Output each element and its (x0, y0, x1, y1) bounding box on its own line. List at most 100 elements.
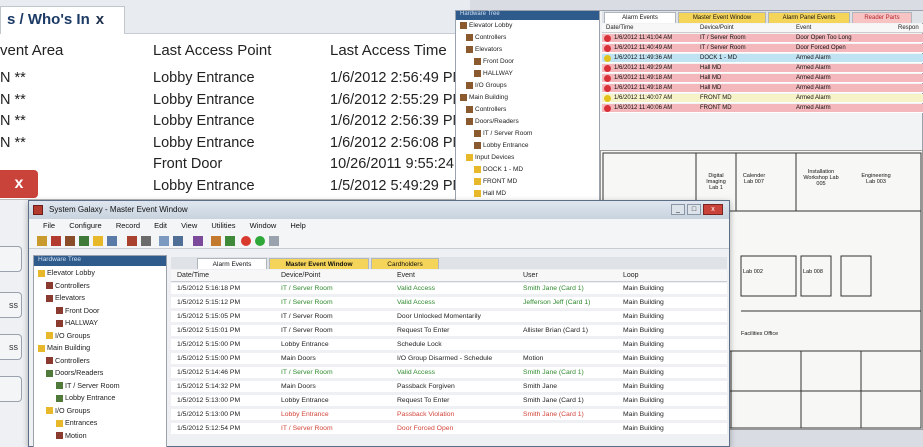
event-row[interactable]: 1/5/2012 5:14:32 PM Main Doors Passback Fo… (171, 381, 727, 392)
event-row[interactable]: 1/5/2012 5:15:12 PM IT / Server Room Valid… (171, 297, 727, 308)
alarm-row[interactable]: 1/6/2012 11:49:36 AM DOCK 1 - MD Armed Ala… (602, 54, 923, 63)
alarm-row[interactable]: 1/6/2012 11:49:18 AM Hall MD Armed Alarm (602, 84, 923, 93)
tree-node[interactable]: Hall MD (474, 190, 506, 197)
toolbar-icon[interactable] (193, 236, 203, 246)
tree-node[interactable]: I/O Groups (46, 331, 90, 340)
col-event[interactable]: Event (397, 270, 415, 281)
tree-node[interactable]: Front Door (56, 306, 99, 315)
tree-node[interactable]: Motion (56, 431, 87, 440)
col-datetime[interactable]: Date/Time (177, 270, 209, 281)
tree-node[interactable]: DOCK 1 - MD (474, 166, 523, 173)
tree-node[interactable]: Lobby Entrance (474, 142, 529, 149)
tree-node[interactable]: Front Door (474, 58, 514, 65)
tab-alarm-events[interactable]: Alarm Events (604, 12, 676, 23)
close-button[interactable]: x (703, 204, 723, 215)
side-button[interactable]: ss (0, 334, 22, 360)
menu-record[interactable]: Record (116, 221, 140, 230)
col-response[interactable]: Respon (898, 24, 919, 33)
alarm-row[interactable]: 1/6/2012 11:40:07 AM FRONT MD Armed Alarm (602, 94, 923, 103)
column-header-last-access-time[interactable]: Last Access Time (330, 42, 447, 59)
alarm-row[interactable]: 1/6/2012 11:49:29 AM Hall MD Armed Alarm (602, 64, 923, 73)
toolbar-icon[interactable] (51, 236, 61, 246)
tree-node[interactable]: Elevators (46, 293, 85, 302)
tree-node[interactable]: HALLWAY (474, 70, 513, 77)
tab-whos-in[interactable]: s / Who's In x (0, 6, 125, 34)
toolbar-icon[interactable] (173, 236, 183, 246)
column-header-last-access-point[interactable]: Last Access Point (153, 42, 271, 59)
tree-node[interactable]: Controllers (466, 106, 506, 113)
toolbar-icon[interactable] (269, 236, 279, 246)
warning-icon[interactable] (93, 236, 103, 246)
alarm-row[interactable]: 1/6/2012 11:40:06 AM FRONT MD Armed Alarm (602, 104, 923, 113)
menu-window[interactable]: Window (250, 221, 277, 230)
tree-node[interactable]: Controllers (46, 356, 90, 365)
tree-node[interactable]: IT / Server Room (56, 381, 120, 390)
tab-reader-ports[interactable]: Reader Parts (852, 12, 912, 23)
menu-help[interactable]: Help (290, 221, 305, 230)
tree-node[interactable]: Elevator Lobby (460, 22, 512, 29)
record-icon[interactable] (241, 236, 251, 246)
maximize-button[interactable]: □ (687, 204, 701, 215)
tree-node[interactable]: Controllers (466, 34, 506, 41)
toolbar-icon[interactable] (141, 236, 151, 246)
event-row[interactable]: 1/5/2012 5:15:01 PM IT / Server Room Reque… (171, 325, 727, 336)
menu-file[interactable]: File (43, 221, 55, 230)
event-row[interactable]: 1/5/2012 5:13:00 PM Lobby Entrance Request… (171, 395, 727, 406)
toolbar-icon[interactable] (65, 236, 75, 246)
alarm-row[interactable]: 1/6/2012 11:40:49 AM IT / Server Room Door… (602, 44, 923, 53)
tree-node[interactable]: Doors/Readers (46, 368, 103, 377)
column-header-event-area[interactable]: vent Area (0, 42, 63, 59)
tab-master-event-window[interactable]: Master Event Window (678, 12, 766, 23)
col-user[interactable]: User (523, 270, 538, 281)
event-row[interactable]: 1/5/2012 5:15:00 PM Main Doors I/O Group D… (171, 353, 727, 364)
col-datetime[interactable]: Date/Time (606, 24, 633, 33)
toolbar-icon[interactable] (127, 236, 137, 246)
tree-node[interactable]: I/O Groups (46, 406, 90, 415)
alarm-row[interactable]: 1/6/2012 11:49:18 AM Hall MD Armed Alarm (602, 74, 923, 83)
monitor-icon[interactable] (159, 236, 169, 246)
side-button[interactable] (0, 246, 22, 272)
tab-cardholders[interactable]: Cardholders (371, 258, 439, 269)
tree-node[interactable]: IT / Server Room (474, 130, 532, 137)
tree-node[interactable]: Elevators (466, 46, 502, 53)
tab-master-event-window[interactable]: Master Event Window (269, 258, 369, 269)
minimize-button[interactable]: _ (671, 204, 685, 215)
event-row[interactable]: 1/5/2012 5:16:18 PM IT / Server Room Valid… (171, 283, 727, 294)
col-device-point[interactable]: Device/Point (700, 24, 734, 33)
toolbar-icon[interactable] (37, 236, 47, 246)
tree-node[interactable]: Doors/Readers (466, 118, 519, 125)
event-row[interactable]: 1/5/2012 5:12:54 PM IT / Server Room Door … (171, 423, 727, 434)
menu-utilities[interactable]: Utilities (211, 221, 235, 230)
tree-node[interactable]: Input Devices (466, 154, 514, 161)
go-icon[interactable] (255, 236, 265, 246)
event-row[interactable]: 1/5/2012 5:15:05 PM IT / Server Room Door … (171, 311, 727, 322)
toolbar-icon[interactable] (79, 236, 89, 246)
tree-node[interactable]: I/O Groups (466, 82, 507, 89)
window-title-bar[interactable]: System Galaxy - Master Event Window _ □ … (29, 201, 729, 219)
event-row[interactable]: 1/5/2012 5:15:00 PM Lobby Entrance Schedul… (171, 339, 727, 350)
tree-node[interactable]: Lobby Entrance (56, 393, 115, 402)
event-row[interactable]: 1/5/2012 5:13:00 PM Lobby Entrance Passbac… (171, 409, 727, 420)
side-button[interactable] (0, 376, 22, 402)
menu-view[interactable]: View (181, 221, 197, 230)
toolbar-icon[interactable] (225, 236, 235, 246)
tree-node[interactable]: Controllers (46, 281, 90, 290)
tree-node[interactable]: Elevator Lobby (38, 268, 95, 277)
tab-alarm-events[interactable]: Alarm Events (197, 258, 267, 269)
col-event[interactable]: Event (796, 24, 811, 33)
side-button[interactable]: ss (0, 292, 22, 318)
col-loop[interactable]: Loop (623, 270, 639, 281)
tree-node[interactable]: FRONT MD (474, 178, 517, 185)
close-icon[interactable]: x (0, 170, 38, 198)
tree-node[interactable]: HALLWAY (56, 318, 98, 327)
close-icon[interactable]: x (96, 11, 104, 28)
tree-node[interactable]: Main Building (38, 343, 90, 352)
tab-alarm-panel-events[interactable]: Alarm Panel Events (768, 12, 850, 23)
menu-configure[interactable]: Configure (69, 221, 102, 230)
toolbar-icon[interactable] (211, 236, 221, 246)
event-row[interactable]: 1/5/2012 5:14:46 PM IT / Server Room Valid… (171, 367, 727, 378)
col-device-point[interactable]: Device/Point (281, 270, 320, 281)
alarm-row[interactable]: 1/6/2012 11:41:04 AM IT / Server Room Door… (602, 34, 923, 43)
toolbar-icon[interactable] (107, 236, 117, 246)
tree-node[interactable]: Entrances (56, 418, 97, 427)
